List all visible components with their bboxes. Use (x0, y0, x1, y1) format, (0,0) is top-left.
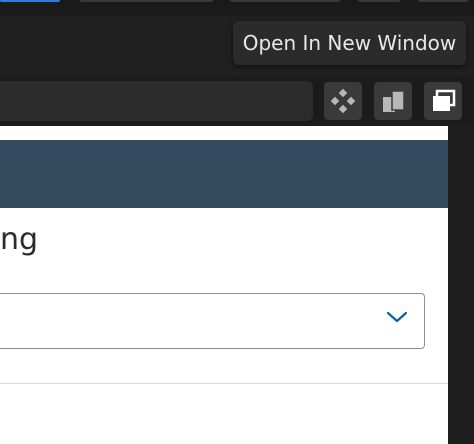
duplicate-icon (383, 90, 405, 112)
section-heading: ng (0, 222, 39, 257)
browser-tab[interactable] (80, 0, 213, 2)
browser-tab[interactable] (418, 0, 468, 2)
open-in-new-window-button[interactable] (424, 82, 462, 120)
page-banner (0, 140, 448, 208)
browser-tab[interactable] (230, 0, 340, 2)
browser-tab[interactable] (358, 0, 400, 2)
divider (0, 383, 448, 384)
move-button[interactable] (324, 82, 362, 120)
move-icon (330, 88, 356, 114)
dropdown-select[interactable] (0, 293, 425, 349)
address-field[interactable] (0, 81, 313, 121)
open-in-new-window-icon (433, 89, 456, 111)
chevron-down-icon (386, 311, 408, 323)
scrollbar[interactable] (448, 126, 474, 444)
browser-tab-active[interactable] (0, 0, 60, 2)
open-in-new-window-tooltip: Open In New Window (233, 21, 466, 65)
browser-tab-strip (0, 0, 474, 16)
duplicate-button[interactable] (374, 82, 412, 120)
